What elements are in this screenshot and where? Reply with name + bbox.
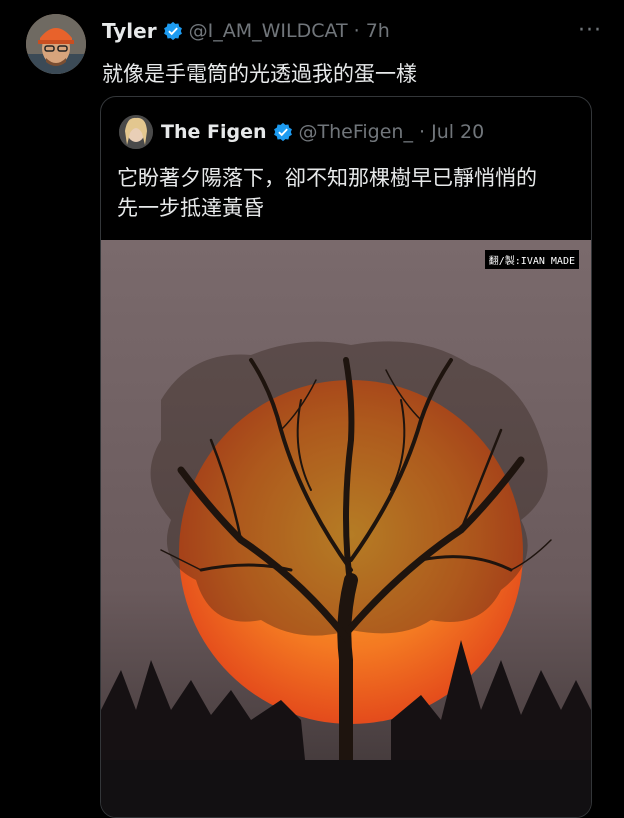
quoted-avatar-image [119,115,153,149]
author-handle[interactable]: @I_AM_WILDCAT · 7h [189,20,390,42]
quoted-tweet[interactable]: The Figen @TheFigen_ · Jul 20 它盼著夕陽落下，卻不… [100,96,592,818]
more-dots-icon[interactable]: ··· [578,18,602,43]
tweet[interactable]: Tyler @I_AM_WILDCAT · 7h ··· 就像是手電筒的光透過我… [0,0,624,818]
quoted-text: 它盼著夕陽落下，卻不知那棵樹早已靜悄悄的 先一步抵達黃昏 [117,163,587,223]
quoted-date[interactable]: Jul 20 [431,121,484,143]
verified-badge-icon [163,21,182,41]
author-name[interactable]: Tyler [102,19,157,43]
quoted-author-handle[interactable]: @TheFigen_ · Jul 20 [299,121,485,143]
tree-sunset-image[interactable]: 翻/製:IVAN MADE [101,240,591,817]
avatar[interactable] [26,14,86,74]
quoted-text-line-2: 先一步抵達黃昏 [117,196,264,220]
tree-sunset-illustration [101,240,591,817]
quoted-author-name[interactable]: The Figen [161,121,267,143]
quoted-header: The Figen @TheFigen_ · Jul 20 [161,117,484,147]
tweet-time[interactable]: 7h [366,20,390,42]
tweet-header: Tyler @I_AM_WILDCAT · 7h [102,16,390,46]
quoted-text-line-1: 它盼著夕陽落下，卻不知那棵樹早已靜悄悄的 [117,166,537,190]
image-watermark: 翻/製:IVAN MADE [484,250,579,269]
avatar-image [26,14,86,74]
verified-badge-icon [273,122,292,142]
quoted-avatar[interactable] [119,115,153,149]
tweet-text: 就像是手電筒的光透過我的蛋一樣 [102,62,417,86]
